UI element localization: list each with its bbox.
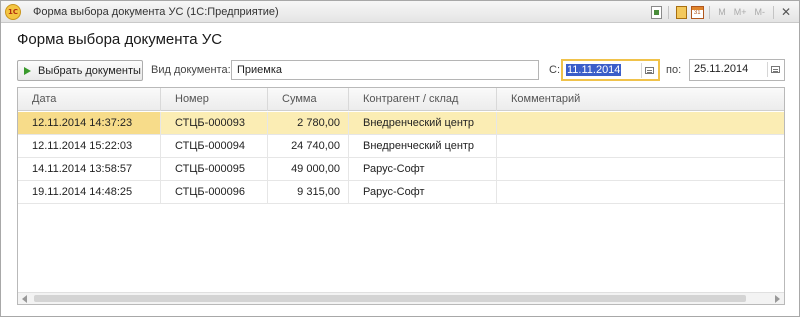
scroll-thumb[interactable]: [34, 295, 746, 302]
cell-counterparty[interactable]: Рарус-Софт: [349, 181, 497, 203]
app-logo-icon: 1С: [5, 4, 21, 20]
scroll-left-icon[interactable]: [22, 295, 27, 303]
title-bar: 1С Форма выбора документа УС (1С:Предпри…: [1, 1, 799, 23]
cell-number[interactable]: СТЦБ-000095: [161, 158, 268, 180]
separator: [773, 5, 774, 19]
documents-table[interactable]: Дата Номер Сумма Контрагент / склад Комм…: [17, 87, 785, 305]
column-header-date[interactable]: Дата: [18, 88, 161, 111]
cell-number[interactable]: СТЦБ-000094: [161, 135, 268, 157]
scroll-right-icon[interactable]: [775, 295, 780, 303]
cell-date[interactable]: 19.11.2014 14:48:25: [18, 181, 161, 203]
calendar-icon[interactable]: 31: [690, 5, 704, 19]
memory-plus-button[interactable]: M+: [731, 7, 750, 17]
cell-date[interactable]: 14.11.2014 13:58:57: [18, 158, 161, 180]
cell-sum[interactable]: 2 780,00: [268, 112, 349, 134]
select-documents-button[interactable]: Выбрать документы: [17, 60, 143, 81]
cell-counterparty[interactable]: Внедренческий центр: [349, 135, 497, 157]
date-to-field[interactable]: 25.11.2014: [689, 59, 785, 81]
form-title: Форма выбора документа УС: [17, 31, 223, 48]
calculator-icon[interactable]: [674, 5, 688, 19]
window-title: Форма выбора документа УС (1С:Предприяти…: [33, 6, 279, 18]
doc-type-label: Вид документа:: [151, 64, 231, 76]
separator: [709, 5, 711, 19]
date-to-value[interactable]: 25.11.2014: [693, 63, 749, 75]
cell-date[interactable]: 12.11.2014 14:37:23: [18, 112, 161, 134]
table-row[interactable]: 19.11.2014 14:48:25 СТЦБ-000096 9 315,00…: [18, 181, 784, 204]
date-from-field[interactable]: 11.11.2014: [561, 59, 660, 81]
cell-sum[interactable]: 49 000,00: [268, 158, 349, 180]
app-window: 1С Форма выбора документа УС (1С:Предпри…: [0, 0, 800, 317]
column-header-counterparty[interactable]: Контрагент / склад: [349, 88, 497, 111]
table-header: Дата Номер Сумма Контрагент / склад Комм…: [18, 88, 784, 111]
cell-date[interactable]: 12.11.2014 15:22:03: [18, 135, 161, 157]
column-header-number[interactable]: Номер: [161, 88, 268, 111]
cell-comment[interactable]: [497, 112, 784, 134]
cell-sum[interactable]: 9 315,00: [268, 181, 349, 203]
cell-comment[interactable]: [497, 158, 784, 180]
close-icon[interactable]: ✕: [779, 5, 793, 19]
table-row[interactable]: 12.11.2014 15:22:03 СТЦБ-000094 24 740,0…: [18, 135, 784, 158]
cell-comment[interactable]: [497, 181, 784, 203]
table-row[interactable]: 14.11.2014 13:58:57 СТЦБ-000095 49 000,0…: [18, 158, 784, 181]
cell-counterparty[interactable]: Рарус-Софт: [349, 158, 497, 180]
date-from-value[interactable]: 11.11.2014: [566, 64, 622, 76]
date-from-label: С:: [549, 64, 560, 76]
date-to-label: по:: [666, 64, 682, 76]
doc-type-field[interactable]: Приемка: [231, 60, 539, 80]
memory-button[interactable]: M: [715, 7, 729, 17]
separator: [668, 5, 670, 19]
memory-minus-button[interactable]: M-: [752, 7, 769, 17]
cell-sum[interactable]: 24 740,00: [268, 135, 349, 157]
horizontal-scrollbar[interactable]: [18, 292, 784, 304]
document-icon[interactable]: [649, 5, 663, 19]
cell-number[interactable]: СТЦБ-000093: [161, 112, 268, 134]
cell-number[interactable]: СТЦБ-000096: [161, 181, 268, 203]
cell-counterparty[interactable]: Внедренческий центр: [349, 112, 497, 134]
date-from-calendar-icon[interactable]: [641, 63, 656, 78]
cell-comment[interactable]: [497, 135, 784, 157]
title-bar-tools: 31 M M+ M- ✕: [649, 4, 793, 20]
column-header-sum[interactable]: Сумма: [268, 88, 349, 111]
column-header-comment[interactable]: Комментарий: [497, 88, 784, 111]
date-to-calendar-icon[interactable]: [767, 62, 782, 77]
play-icon: [24, 66, 31, 75]
select-documents-label: Выбрать документы: [38, 64, 141, 77]
table-row[interactable]: 12.11.2014 14:37:23 СТЦБ-000093 2 780,00…: [18, 112, 784, 135]
